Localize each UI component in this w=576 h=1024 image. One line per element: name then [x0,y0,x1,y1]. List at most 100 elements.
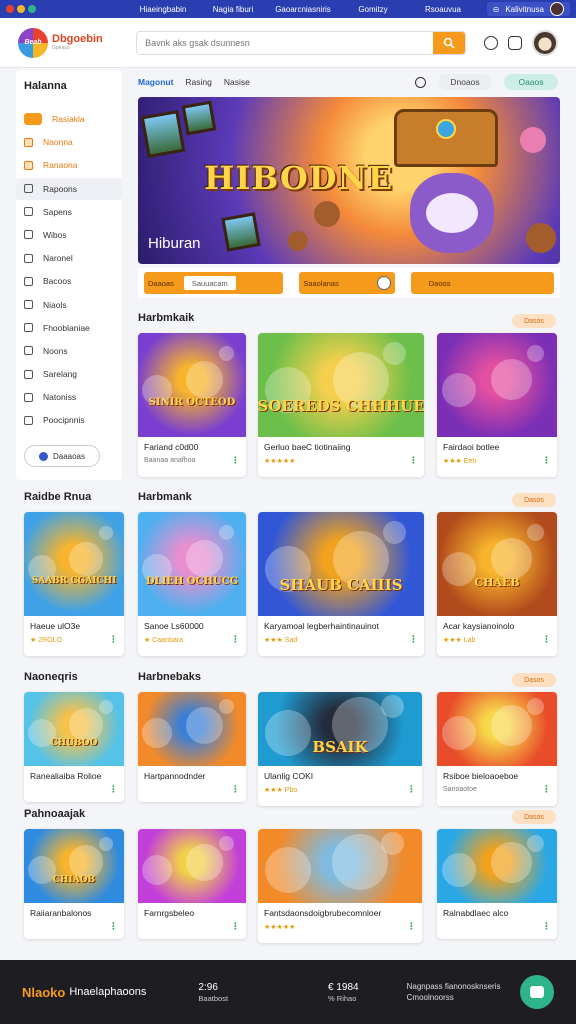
top-nav-link[interactable]: Rsoauvua [408,5,478,14]
game-card[interactable]: CHAEB Acar kaysianoinolo ★★★ Lab ⋮ [437,512,557,656]
notification-icon[interactable] [484,35,498,50]
dot-red[interactable] [6,5,14,13]
dot-yellow[interactable] [17,5,25,13]
sidebar-button[interactable]: Daaaoas [24,445,100,468]
sidebar-item[interactable]: Naronel [16,247,122,269]
logo[interactable]: Beab Dbgoebin Gpeaso [18,27,134,58]
game-thumbnail[interactable]: SAABR CGAICHI [24,512,124,616]
game-card[interactable]: CHUBOO Ranealiaiba Rolioe ⋮ [24,692,124,802]
game-thumbnail[interactable]: SOEREDS CHHHUE [258,333,424,437]
settings-icon[interactable] [508,35,522,50]
top-nav-link[interactable]: Gomitzy [338,5,408,14]
hero-action-button[interactable]: Saaolanas [299,272,395,294]
footer-brand[interactable]: Nlaoko [22,985,65,1000]
more-options-icon[interactable]: ⋮ [407,784,416,795]
more-options-icon[interactable]: ⋮ [109,634,118,645]
game-thumbnail[interactable]: SINIR OCTEOD [138,333,246,437]
game-card[interactable]: SOEREDS CHHHUE Gerluo baeC tiotinaiing ★★★… [258,333,424,477]
avatar[interactable] [550,2,564,16]
top-account[interactable]: ⊝ Kalivitnusa [486,2,570,16]
tab[interactable]: Nasise [224,77,250,87]
see-all-button[interactable]: Dasos [512,493,556,507]
hero-action-button[interactable]: Daaoas Sauuacam [144,272,284,294]
content-tabs: Magonut Rasing Nasise Dnoaos Oaaos [138,72,558,92]
sidebar-item[interactable]: Sarelang [16,363,122,385]
dot-green[interactable] [28,5,36,13]
more-options-icon[interactable]: ⋮ [409,634,418,645]
game-card[interactable]: SAABR CGAICHI Haeue ulO3e ★ 2ROLO ⋮ [24,512,124,656]
more-options-icon[interactable]: ⋮ [109,784,118,795]
more-options-icon[interactable]: ⋮ [542,634,551,645]
sidebar-item[interactable]: Wibos [16,224,122,246]
game-card[interactable]: DLIEH OCHUCG Sanoe Ls60000 ★ Caanbara ⋮ [138,512,246,656]
game-thumbnail[interactable] [138,692,246,766]
hero-action-box[interactable]: Sauuacam [183,276,236,290]
top-nav-link[interactable]: Gaoarcniasniris [268,5,338,14]
sidebar-item[interactable]: Poocipnnis [16,409,122,431]
sidebar-item[interactable]: Naonna [16,131,122,153]
game-card[interactable]: Rsiboe bieloaoeboe Sanoaotoe ⋮ [437,692,557,806]
sidebar-item[interactable]: Niaols [16,294,122,316]
game-title: Ulanlig COKI [264,771,314,781]
game-thumbnail[interactable]: DLIEH OCHUCG [138,512,246,616]
more-options-icon[interactable]: ⋮ [231,921,240,932]
top-nav-link[interactable]: Hiaeingbabin [128,5,198,14]
game-card[interactable]: Fairdaoi botlee ★★★ Eeh ⋮ [437,333,557,477]
more-options-icon[interactable]: ⋮ [109,921,118,932]
game-card[interactable]: Ralnabdlaec alco ⋮ [437,829,557,939]
hero-action-button[interactable]: Daoos [410,272,554,294]
more-options-icon[interactable]: ⋮ [231,784,240,795]
sidebar-item[interactable]: Rasiakla [16,108,122,130]
sidebar-item[interactable]: Bacoos [16,270,122,292]
more-options-icon[interactable]: ⋮ [542,921,551,932]
game-card[interactable]: CHIAOB Raiiaranbalonos ⋮ [24,829,124,939]
action-pill[interactable]: Oaaos [504,74,558,90]
more-options-icon[interactable]: ⋮ [542,784,551,795]
sidebar-item[interactable]: Natoniss [16,386,122,408]
hero-banner[interactable]: HIBODNE Hiburan [138,97,560,264]
filter-pill[interactable]: Dnoaos [438,74,492,90]
character-art [491,538,532,579]
tab[interactable]: Rasing [185,77,211,87]
user-avatar[interactable] [532,29,558,56]
more-options-icon[interactable]: ⋮ [407,921,416,932]
game-thumbnail[interactable] [138,829,246,903]
see-all-button[interactable]: Dasos [512,314,556,328]
see-all-button[interactable]: Dasos [512,673,556,687]
game-thumbnail[interactable] [437,692,557,766]
sidebar-item[interactable]: Noons [16,340,122,362]
sidebar-item[interactable]: Ranaona [16,154,122,176]
sidebar-item[interactable]: Fhooblaniae [16,317,122,339]
game-card[interactable]: Fantsdaonsdoigbrubecomnloer ★★★★★ ⋮ [258,829,422,943]
top-nav-link[interactable]: Nagia fiburi [198,5,268,14]
game-thumbnail[interactable]: CHIAOB [24,829,124,903]
settings-icon[interactable] [376,276,391,290]
more-options-icon[interactable]: ⋮ [542,455,551,466]
game-thumbnail[interactable]: SHAUB CAIIIS [258,512,424,616]
more-options-icon[interactable]: ⋮ [409,455,418,466]
game-title: Ranealiaiba Rolioe [30,771,102,781]
footer-link[interactable]: Cmoolnoorss [407,992,501,1003]
search-input[interactable] [137,31,433,54]
search-button[interactable] [433,31,465,54]
game-thumbnail[interactable]: BSAIK [258,692,422,766]
chat-fab[interactable] [520,975,554,1009]
footer-link[interactable]: Nagnpass fianonosknseris [407,981,501,992]
more-options-icon[interactable]: ⋮ [231,634,240,645]
game-thumbnail[interactable] [258,829,422,903]
game-thumbnail[interactable]: CHUBOO [24,692,124,766]
search-icon[interactable] [415,76,426,88]
game-thumbnail[interactable] [437,829,557,903]
game-card[interactable]: Hartpannodnder ⋮ [138,692,246,802]
game-thumbnail[interactable]: CHAEB [437,512,557,616]
game-card[interactable]: SHAUB CAIIIS Karyamoal legberhaintinauino… [258,512,424,656]
see-all-button[interactable]: Dasos [512,810,556,824]
game-thumbnail[interactable] [437,333,557,437]
game-card[interactable]: BSAIK Ulanlig COKI ★★★ Pbo ⋮ [258,692,422,806]
more-options-icon[interactable]: ⋮ [231,455,240,466]
sidebar-item-active[interactable]: Rapoons [16,177,122,200]
game-card[interactable]: SINIR OCTEOD Fariand c0d00 Baanaa anafhoa ⋮ [138,333,246,477]
sidebar-item[interactable]: Sapens [16,201,122,223]
tab-active[interactable]: Magonut [138,77,173,87]
game-card[interactable]: Farnrgsbeleo ⋮ [138,829,246,939]
